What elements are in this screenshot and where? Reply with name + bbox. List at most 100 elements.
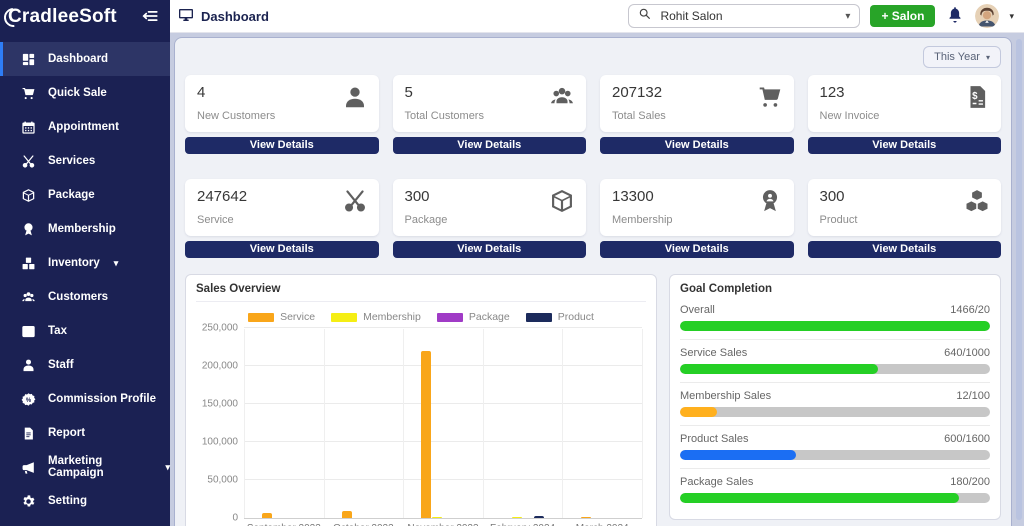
sidebar-item-commission-profile[interactable]: % Commission Profile	[0, 382, 170, 416]
view-details-button[interactable]: View Details	[600, 137, 794, 154]
scrollbar[interactable]	[1016, 39, 1022, 520]
sidebar-item-appointment[interactable]: Appointment	[0, 110, 170, 144]
view-details-button[interactable]: View Details	[808, 137, 1002, 154]
sidebar-item-quick-sale[interactable]: Quick Sale	[0, 76, 170, 110]
sidebar-item-customers[interactable]: Customers	[0, 280, 170, 314]
sidebar-header: CradleeSoft	[0, 0, 170, 34]
invoice-icon: $	[964, 84, 990, 110]
svg-text:%: %	[26, 397, 32, 403]
legend-item-product[interactable]: Product	[526, 311, 594, 323]
sidebar-item-report[interactable]: Report	[0, 416, 170, 450]
goal-progress-fill	[680, 321, 990, 331]
people-icon	[21, 290, 36, 305]
sidebar: CradleeSoft Dashboard Quick SaleAppointme…	[0, 0, 170, 526]
topbar-right: Rohit Salon ▾ + Salon ▾	[628, 4, 1014, 28]
goal-value: 640/1000	[944, 347, 990, 359]
view-details-button[interactable]: View Details	[393, 241, 587, 258]
legend-swatch	[248, 313, 274, 322]
legend-item-membership[interactable]: Membership	[331, 311, 421, 323]
gridline	[642, 329, 643, 518]
y-axis-tick-label: 150,000	[194, 399, 238, 410]
goal-value: 600/1600	[944, 433, 990, 445]
goal-row-overall: Overall1466/20	[680, 297, 990, 339]
sidebar-item-label: Commission Profile	[48, 393, 156, 405]
user-avatar[interactable]	[975, 4, 999, 28]
y-axis-tick-label: 100,000	[194, 437, 238, 448]
staff-icon	[21, 358, 36, 373]
stat-card: 13300Membership	[600, 179, 794, 236]
topbar: Dashboard Rohit Salon ▾ + Salon ▾	[170, 0, 1024, 33]
chart-plot: 050,000100,000150,000200,000250,000	[244, 329, 642, 519]
goal-completion-title: Goal Completion	[680, 283, 990, 295]
view-details-button[interactable]: View Details	[393, 137, 587, 154]
view-details-button[interactable]: View Details	[808, 241, 1002, 258]
chart-category-group	[483, 329, 563, 518]
legend-label: Membership	[363, 311, 421, 323]
stat-block-membership: 13300Membership View Details	[600, 179, 794, 258]
people-icon	[549, 84, 575, 110]
legend-swatch	[437, 313, 463, 322]
period-dropdown-button[interactable]: This Year ▾	[923, 46, 1001, 68]
search-icon	[638, 7, 651, 25]
sidebar-item-inventory[interactable]: Inventory▾	[0, 246, 170, 280]
sidebar-item-label: Services	[48, 155, 95, 167]
stat-card: 247642Service	[185, 179, 379, 236]
view-details-button[interactable]: View Details	[185, 137, 379, 154]
legend-swatch	[526, 313, 552, 322]
add-salon-button[interactable]: + Salon	[870, 5, 935, 27]
stat-card: 207132Total Sales	[600, 75, 794, 132]
medal-icon	[21, 222, 36, 237]
cubes-icon	[964, 188, 990, 214]
legend-item-package[interactable]: Package	[437, 311, 510, 323]
sidebar-item-tax[interactable]: Tax	[0, 314, 170, 348]
tax-icon	[21, 324, 36, 339]
chart-bar-service	[421, 351, 431, 518]
avatar-menu-caret[interactable]: ▾	[1009, 11, 1014, 22]
sidebar-item-label: Dashboard	[48, 53, 108, 65]
gridline	[244, 327, 642, 328]
goal-label: Product Sales	[680, 433, 748, 445]
y-axis-tick-label: 0	[194, 513, 238, 524]
chart-bar-service	[581, 517, 591, 518]
goal-row-membership-sales: Membership Sales12/100	[680, 382, 990, 425]
view-details-button[interactable]: View Details	[600, 241, 794, 258]
report-icon	[21, 426, 36, 441]
sidebar-item-label: Membership	[48, 223, 116, 235]
goal-row-product-sales: Product Sales 600/1600	[680, 425, 990, 468]
sidebar-item-membership[interactable]: Membership	[0, 212, 170, 246]
chevron-down-icon: ▾	[114, 258, 119, 269]
app-logo: CradleeSoft	[8, 6, 117, 28]
stat-block-total-customers: 5Total CustomersView Details	[393, 75, 587, 154]
box-icon	[21, 188, 36, 203]
calendar-icon	[21, 120, 36, 135]
sidebar-menu: Dashboard Quick SaleAppointment Services Pa…	[0, 34, 170, 518]
page-title-text: Dashboard	[201, 9, 269, 24]
sidebar-item-label: Staff	[48, 359, 74, 371]
view-details-button[interactable]: View Details	[185, 241, 379, 258]
salon-select-value: Rohit Salon	[660, 9, 836, 23]
goal-progress-track	[680, 321, 990, 331]
inventory-icon	[21, 256, 36, 271]
legend-item-service[interactable]: Service	[248, 311, 315, 323]
sidebar-item-label: Setting	[48, 495, 87, 507]
sidebar-item-staff[interactable]: Staff	[0, 348, 170, 382]
bell-icon[interactable]	[945, 6, 965, 26]
legend-label: Product	[558, 311, 594, 323]
sidebar-item-label: Customers	[48, 291, 108, 303]
stat-card: 300Package	[393, 179, 587, 236]
sidebar-item-package[interactable]: Package	[0, 178, 170, 212]
sidebar-item-services[interactable]: Services	[0, 144, 170, 178]
salon-select[interactable]: Rohit Salon ▾	[628, 4, 860, 28]
sidebar-item-marketing-campaign[interactable]: Marketing Campaign▾	[0, 450, 170, 484]
collapse-sidebar-icon[interactable]	[140, 7, 160, 27]
commission-icon: %	[21, 392, 36, 407]
sidebar-item-setting[interactable]: Setting	[0, 484, 170, 518]
goal-progress-track	[680, 493, 990, 503]
y-axis-tick-label: 250,000	[194, 323, 238, 334]
medal-icon	[757, 188, 783, 214]
stat-label: New Customers	[197, 110, 367, 122]
sidebar-item-label: Tax	[48, 325, 67, 337]
period-label: This Year	[934, 51, 980, 63]
stat-block-package: 300Package View Details	[393, 179, 587, 258]
sidebar-item-dashboard[interactable]: Dashboard	[0, 42, 170, 76]
